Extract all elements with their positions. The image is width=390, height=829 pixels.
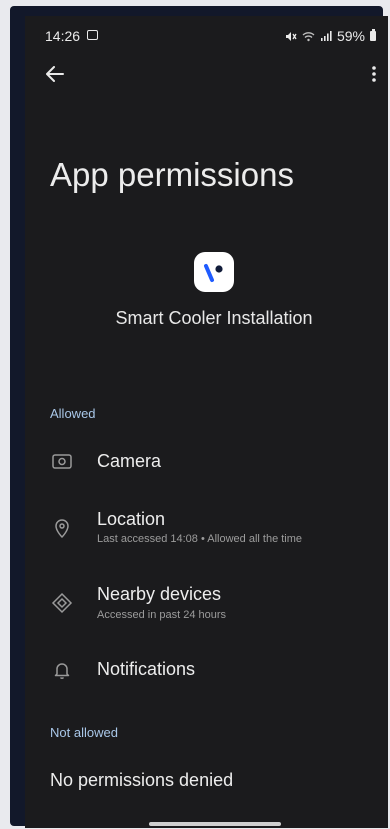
page-title: App permissions [50,156,294,193]
mute-icon [285,31,297,41]
permission-title: Camera [97,451,162,471]
camera-icon [52,454,72,469]
no-permissions-denied-text: No permissions denied [50,770,234,790]
permission-item-nearby-devices[interactable]: Nearby devices Accessed in past 24 hours [25,576,388,636]
gesture-nav-handle[interactable] [149,822,281,826]
status-right: 59% [285,28,376,44]
location-pin-icon [55,519,69,539]
more-options-button[interactable] [362,60,386,88]
section-header-not-allowed: Not allowed [50,725,118,740]
permission-subtitle: Last accessed 14:08 • Allowed all the ti… [97,533,303,545]
more-vert-icon [372,66,376,82]
app-logo [194,252,234,292]
signal-icon [320,31,332,41]
permission-title: Location [97,509,166,529]
permission-item-notifications[interactable]: Notifications [25,642,388,702]
wifi-icon [302,31,315,41]
permission-item-camera[interactable]: Camera [25,434,388,494]
permission-subtitle: Accessed in past 24 hours [97,609,227,621]
section-header-allowed: Allowed [50,406,96,421]
arrow-back-icon [46,66,64,82]
device-frame: 14:26 59% App permissions Smart Cooler I… [10,6,388,828]
status-bar: 14:26 59% [25,16,388,56]
permission-title: Nearby devices [97,584,222,604]
back-button[interactable] [41,60,69,88]
permission-item-location[interactable]: Location Last accessed 14:08 • Allowed a… [25,500,388,560]
battery-percent: 59% [336,28,365,44]
top-app-bar [25,56,388,96]
app-name: Smart Cooler Installation [115,308,313,328]
permission-title: Notifications [97,659,196,679]
status-time: 14:26 [45,28,81,44]
battery-icon [370,29,376,41]
bell-icon [54,663,70,680]
gallery-notification-icon [87,30,98,40]
app-logo-icon [204,264,223,282]
nearby-devices-icon [51,592,73,614]
app-screen: 14:26 59% App permissions Smart Cooler I… [25,16,388,828]
